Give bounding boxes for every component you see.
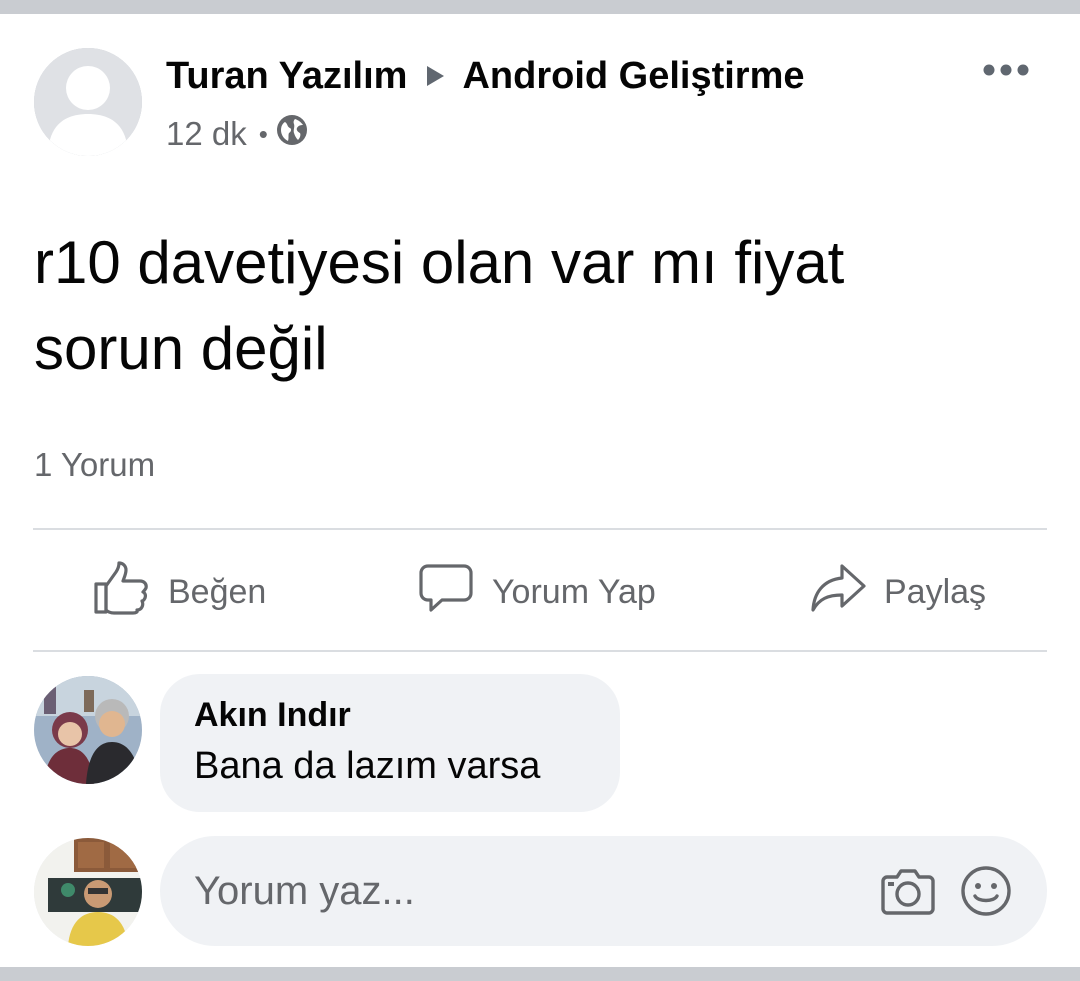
like-button[interactable]: Beğen xyxy=(92,560,266,624)
share-arrow-icon xyxy=(810,560,866,625)
top-separator-bar xyxy=(0,0,1080,14)
emoji-icon[interactable] xyxy=(958,863,1014,919)
post-timestamp[interactable]: 12 dk xyxy=(166,115,247,153)
share-button[interactable]: Paylaş xyxy=(810,560,986,624)
more-dots-icon xyxy=(983,64,1029,76)
comment-composer[interactable] xyxy=(160,836,1047,946)
post-meta: 12 dk • xyxy=(166,112,308,156)
share-label: Paylaş xyxy=(884,572,987,611)
thumbs-up-icon xyxy=(92,560,150,625)
author-avatar[interactable] xyxy=(34,48,142,156)
comment-bubble-icon xyxy=(418,560,474,625)
author-name-link[interactable]: Turan Yazılım xyxy=(166,55,407,98)
comment-author-link[interactable]: Akın Indır xyxy=(194,692,586,738)
comment-input[interactable] xyxy=(194,861,834,921)
camera-icon[interactable] xyxy=(880,863,936,919)
comment-button[interactable]: Yorum Yap xyxy=(418,560,656,624)
post-text-line: sorun değil xyxy=(34,315,328,382)
commenter-avatar[interactable] xyxy=(34,676,142,784)
group-name-link[interactable]: Android Geliştirme xyxy=(462,55,804,98)
comment-count-link[interactable]: 1 Yorum xyxy=(34,446,155,484)
more-options-button[interactable] xyxy=(978,54,1034,86)
comment-bubble[interactable]: Akın Indır Bana da lazım varsa xyxy=(160,674,620,812)
current-user-avatar[interactable] xyxy=(34,838,142,946)
like-label: Beğen xyxy=(168,572,267,611)
bottom-separator-bar xyxy=(0,967,1080,981)
post-text-line: r10 davetiyesi olan var mı fiyat xyxy=(34,229,845,296)
post-body: r10 davetiyesi olan var mı fiyat sorun d… xyxy=(34,220,1034,392)
comment-label: Yorum Yap xyxy=(492,572,656,611)
globe-icon xyxy=(276,114,308,154)
meta-separator: • xyxy=(258,118,268,149)
divider xyxy=(33,650,1047,652)
comment-text: Bana da lazım varsa xyxy=(194,745,541,787)
divider xyxy=(33,528,1047,530)
post-header-title: Turan Yazılım Android Geliştirme xyxy=(166,52,805,100)
arrow-right-icon xyxy=(427,66,445,86)
